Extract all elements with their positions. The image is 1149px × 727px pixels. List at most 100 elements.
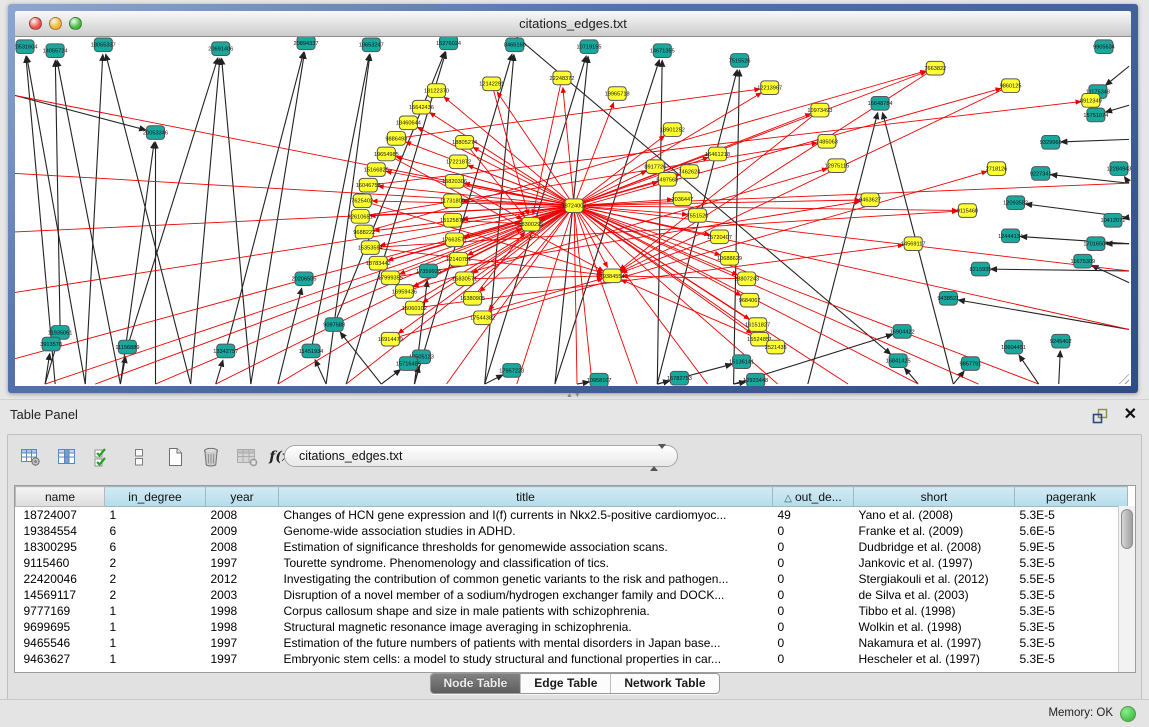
table-cell[interactable]: Stergiakouli et al. (2012) bbox=[854, 571, 1015, 587]
delete-table-icon[interactable] bbox=[234, 444, 260, 470]
network-edge[interactable] bbox=[620, 110, 820, 270]
network-edge[interactable] bbox=[15, 95, 146, 129]
table-cell[interactable]: 49 bbox=[773, 507, 854, 524]
network-edge[interactable] bbox=[958, 300, 1129, 329]
close-panel-icon[interactable]: ✕ bbox=[1124, 404, 1137, 426]
column-header-in-degree[interactable]: in_degree bbox=[105, 487, 206, 507]
network-node[interactable]: 17663577 bbox=[442, 233, 467, 247]
column-header-out-de-[interactable]: △out_de... bbox=[773, 487, 854, 507]
network-node[interactable]: 18807243 bbox=[734, 272, 759, 286]
network-node[interactable]: 9463627 bbox=[859, 193, 881, 207]
table-cell[interactable]: 0 bbox=[773, 603, 854, 619]
table-cell[interactable]: 0 bbox=[773, 523, 854, 539]
network-node[interactable]: 17221872 bbox=[446, 155, 471, 169]
tab-edge-table[interactable]: Edge Table bbox=[520, 674, 610, 693]
network-node[interactable]: 17359928 bbox=[416, 264, 441, 278]
network-node[interactable]: 15830571 bbox=[452, 272, 477, 286]
panel-divider-handle[interactable]: ▲▼ bbox=[566, 392, 582, 399]
network-node[interactable]: 16914479 bbox=[378, 332, 403, 346]
table-cell[interactable]: Dudbridge et al. (2008) bbox=[854, 539, 1015, 555]
network-edge[interactable] bbox=[1092, 265, 1129, 282]
network-node[interactable]: 11675309 bbox=[1071, 254, 1096, 268]
network-node[interactable]: 7663822 bbox=[924, 61, 946, 75]
vertical-scrollbar[interactable] bbox=[1118, 506, 1135, 672]
column-header-pagerank[interactable]: pagerank bbox=[1015, 487, 1128, 507]
network-node[interactable]: 17544382 bbox=[470, 311, 495, 325]
table-cell[interactable]: de Silva et al. (2003) bbox=[854, 587, 1015, 603]
network-edge[interactable] bbox=[459, 229, 522, 260]
network-node[interactable]: 18122370 bbox=[424, 84, 449, 98]
network-edge[interactable] bbox=[1019, 355, 1039, 384]
table-cell[interactable]: 0 bbox=[773, 539, 854, 555]
network-node[interactable]: 15716485 bbox=[396, 357, 421, 371]
network-node[interactable]: 5497568 bbox=[656, 173, 678, 187]
table-cell[interactable]: 2012 bbox=[206, 571, 279, 587]
network-edge[interactable] bbox=[734, 70, 740, 384]
network-node[interactable]: 11731800 bbox=[440, 194, 465, 208]
network-node[interactable]: 20206505 bbox=[292, 272, 317, 286]
table-cell[interactable]: 1998 bbox=[206, 619, 279, 635]
network-node[interactable]: 7625402 bbox=[351, 194, 373, 208]
network-node[interactable]: 9905634 bbox=[1093, 40, 1115, 54]
network-node[interactable]: 9115460 bbox=[957, 204, 978, 218]
network-node[interactable]: 12610651 bbox=[348, 210, 373, 224]
table-cell[interactable]: 5.6E-5 bbox=[1015, 523, 1128, 539]
table-cell[interactable]: 2 bbox=[105, 555, 206, 571]
table-cell[interactable]: 1 bbox=[105, 635, 206, 651]
network-node[interactable]: 8466160 bbox=[504, 38, 526, 52]
network-node[interactable]: 15820306 bbox=[442, 174, 467, 188]
network-node[interactable]: 11156889 bbox=[115, 340, 139, 354]
network-edge[interactable] bbox=[622, 237, 720, 273]
table-cell[interactable]: Wolkin et al. (1998) bbox=[854, 619, 1015, 635]
network-edge[interactable] bbox=[465, 142, 525, 216]
network-node[interactable]: 10653247 bbox=[359, 38, 384, 52]
network-node[interactable]: 19965718 bbox=[605, 87, 630, 101]
table-cell[interactable]: 0 bbox=[773, 651, 854, 667]
network-edge[interactable] bbox=[574, 206, 957, 211]
network-node[interactable]: 7551520 bbox=[687, 209, 709, 223]
network-node[interactable]: 16904422 bbox=[890, 325, 915, 339]
table-cell[interactable]: Tourette syndrome. Phenomenology and cla… bbox=[279, 555, 773, 571]
network-edge[interactable] bbox=[1061, 139, 1129, 142]
network-node[interactable]: 16841425 bbox=[886, 354, 911, 368]
table-cell[interactable]: Estimation of significance thresholds fo… bbox=[279, 539, 773, 555]
network-edge[interactable] bbox=[340, 332, 381, 384]
network-edge[interactable] bbox=[1106, 66, 1129, 85]
network-node[interactable]: 10958107 bbox=[587, 373, 612, 386]
select-all-columns-icon[interactable] bbox=[90, 444, 116, 470]
network-edge[interactable] bbox=[555, 56, 588, 384]
network-edge[interactable] bbox=[574, 206, 741, 296]
table-cell[interactable]: 5.3E-5 bbox=[1015, 619, 1128, 635]
network-edge[interactable] bbox=[905, 368, 919, 384]
table-cell[interactable]: 9463627 bbox=[16, 651, 105, 667]
table-cell[interactable]: Structural magnetic resonance image aver… bbox=[279, 619, 773, 635]
table-cell[interactable]: Genome-wide association studies in ADHD. bbox=[279, 523, 773, 539]
network-edge[interactable] bbox=[216, 360, 223, 384]
table-cell[interactable]: 2008 bbox=[206, 539, 279, 555]
column-header-name[interactable]: name bbox=[16, 487, 105, 507]
network-edge[interactable] bbox=[1059, 351, 1061, 384]
network-node[interactable]: 8215935 bbox=[970, 262, 992, 276]
network-node[interactable]: 12213967 bbox=[757, 81, 782, 95]
network-node[interactable]: 20894337 bbox=[294, 37, 319, 50]
table-cell[interactable]: 6 bbox=[105, 539, 206, 555]
network-node[interactable]: 2521435 bbox=[765, 340, 787, 354]
network-node[interactable]: 14055724 bbox=[43, 44, 68, 58]
table-cell[interactable]: 5.3E-5 bbox=[1015, 651, 1128, 667]
float-panel-icon[interactable] bbox=[1090, 406, 1109, 425]
network-edge[interactable] bbox=[574, 183, 1129, 205]
column-header-title[interactable]: title bbox=[279, 487, 773, 507]
table-cell[interactable]: 2009 bbox=[206, 523, 279, 539]
show-columns-icon[interactable] bbox=[54, 444, 80, 470]
network-edge[interactable] bbox=[106, 54, 191, 384]
table-cell[interactable]: 5.3E-5 bbox=[1015, 635, 1128, 651]
table-cell[interactable]: 9777169 bbox=[16, 603, 105, 619]
table-cell[interactable]: 2 bbox=[105, 587, 206, 603]
table-row[interactable]: 1456911722003Disruption of a novel membe… bbox=[16, 587, 1128, 603]
table-cell[interactable]: 1 bbox=[105, 507, 206, 524]
unselect-all-columns-icon[interactable] bbox=[126, 444, 152, 470]
network-edge[interactable] bbox=[315, 360, 326, 384]
table-cell[interactable]: 6 bbox=[105, 523, 206, 539]
table-cell[interactable]: 2003 bbox=[206, 587, 279, 603]
table-cell[interactable]: Changes of HCN gene expression and I(f) … bbox=[279, 507, 773, 524]
